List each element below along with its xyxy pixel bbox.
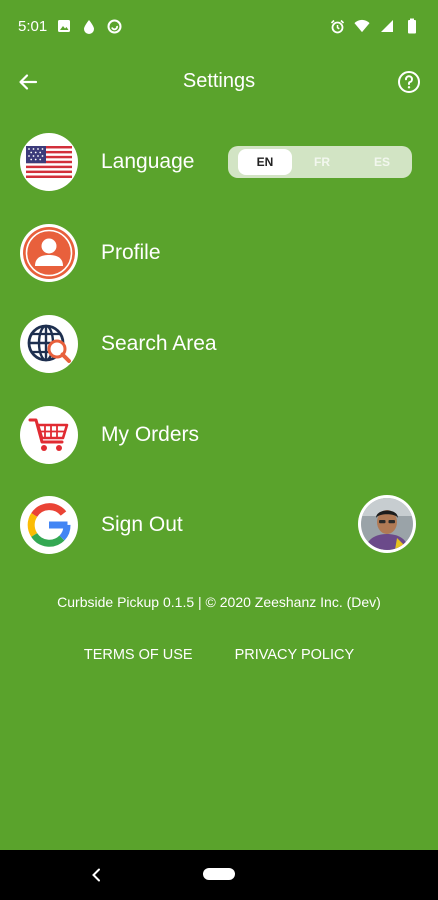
avatar[interactable] bbox=[358, 495, 416, 553]
app-bar: Settings bbox=[0, 56, 438, 108]
menu-item-search-area[interactable]: Search Area bbox=[20, 313, 420, 375]
my-orders-label: My Orders bbox=[101, 423, 200, 446]
page-title: Settings bbox=[182, 70, 256, 92]
sign-out-label: Sign Out bbox=[101, 513, 183, 536]
status-time: 5:01 bbox=[18, 17, 48, 35]
wifi-icon bbox=[354, 18, 370, 34]
cart-icon bbox=[20, 406, 78, 464]
terms-of-use-link[interactable]: TERMS OF USE bbox=[84, 647, 193, 663]
battery-icon bbox=[404, 18, 420, 34]
image-icon bbox=[56, 18, 72, 34]
help-circle-icon[interactable] bbox=[394, 67, 424, 97]
us-flag-icon bbox=[20, 133, 78, 191]
google-icon bbox=[20, 496, 78, 554]
signal-icon bbox=[379, 18, 395, 34]
menu-item-my-orders[interactable]: My Orders bbox=[20, 404, 420, 466]
sync-icon bbox=[106, 18, 122, 34]
privacy-policy-link[interactable]: PRIVACY POLICY bbox=[235, 647, 355, 663]
nav-home-pill[interactable] bbox=[203, 868, 235, 880]
status-right bbox=[329, 18, 420, 34]
language-toggle[interactable]: EN FR ES bbox=[228, 146, 412, 178]
search-area-label: Search Area bbox=[101, 332, 217, 355]
water-drop-icon bbox=[81, 18, 97, 34]
footer-links: TERMS OF USE PRIVACY POLICY bbox=[0, 647, 438, 663]
language-label: Language bbox=[101, 150, 195, 173]
status-bar: 5:01 bbox=[0, 0, 438, 52]
avatar-photo bbox=[361, 498, 413, 550]
lang-option-es[interactable]: ES bbox=[352, 146, 412, 178]
profile-label: Profile bbox=[101, 241, 161, 264]
version-text: Curbside Pickup 0.1.5 | © 2020 Zeeshanz … bbox=[57, 594, 381, 610]
person-icon bbox=[20, 224, 78, 282]
alarm-icon bbox=[329, 18, 345, 34]
lang-option-fr[interactable]: FR bbox=[292, 146, 352, 178]
nav-back-icon[interactable] bbox=[86, 864, 106, 886]
globe-search-icon bbox=[20, 315, 78, 373]
lang-option-en[interactable]: EN bbox=[238, 149, 292, 175]
menu-item-profile[interactable]: Profile bbox=[20, 222, 420, 284]
status-left: 5:01 bbox=[18, 18, 122, 35]
navigation-bar bbox=[0, 850, 438, 900]
